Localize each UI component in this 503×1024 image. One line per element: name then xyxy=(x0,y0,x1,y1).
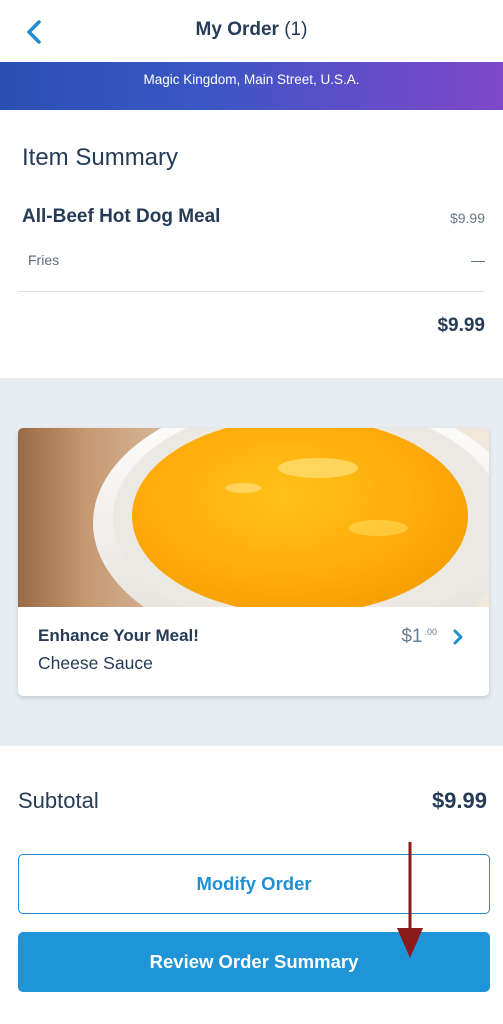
page-title-text: My Order xyxy=(195,19,279,40)
item-summary-section: Item Summary All-Beef Hot Dog Meal $9.99… xyxy=(0,110,503,378)
subtotal-label: Subtotal xyxy=(18,788,99,813)
item-price: $9.99 xyxy=(449,210,485,226)
upsell-title: Enhance Your Meal! xyxy=(38,626,199,645)
cheese-sauce-image xyxy=(18,428,489,607)
location-banner: Magic Kingdom, Main Street, U.S.A. xyxy=(0,62,503,110)
item-name: All-Beef Hot Dog Meal xyxy=(22,206,221,227)
upsell-item-name: Cheese Sauce xyxy=(38,653,153,673)
upsell-section: Enhance Your Meal! Cheese Sauce $1.00 xyxy=(0,378,503,746)
order-count: (1) xyxy=(284,19,308,40)
upsell-price-main: $1 xyxy=(401,626,423,647)
upsell-card[interactable]: Enhance Your Meal! Cheese Sauce $1.00 xyxy=(18,428,489,696)
section-title: Item Summary xyxy=(22,144,179,171)
chevron-right-icon xyxy=(453,629,463,645)
page-title: My Order (1) xyxy=(0,19,503,41)
review-order-summary-button[interactable]: Review Order Summary xyxy=(18,932,490,992)
location-subtitle: Magic Kingdom, Main Street, U.S.A. xyxy=(143,72,360,87)
upsell-price: $1.00 xyxy=(401,626,437,648)
divider xyxy=(18,291,485,292)
item-total: $9.99 xyxy=(437,315,485,336)
item-modifier-name: Fries xyxy=(28,252,60,268)
subtotal-value: $9.99 xyxy=(431,788,487,813)
item-modifier-price: — xyxy=(471,252,485,268)
nav-header: My Order (1) xyxy=(0,0,503,62)
upsell-price-cents: .00 xyxy=(424,627,437,637)
modify-order-button[interactable]: Modify Order xyxy=(18,854,490,914)
